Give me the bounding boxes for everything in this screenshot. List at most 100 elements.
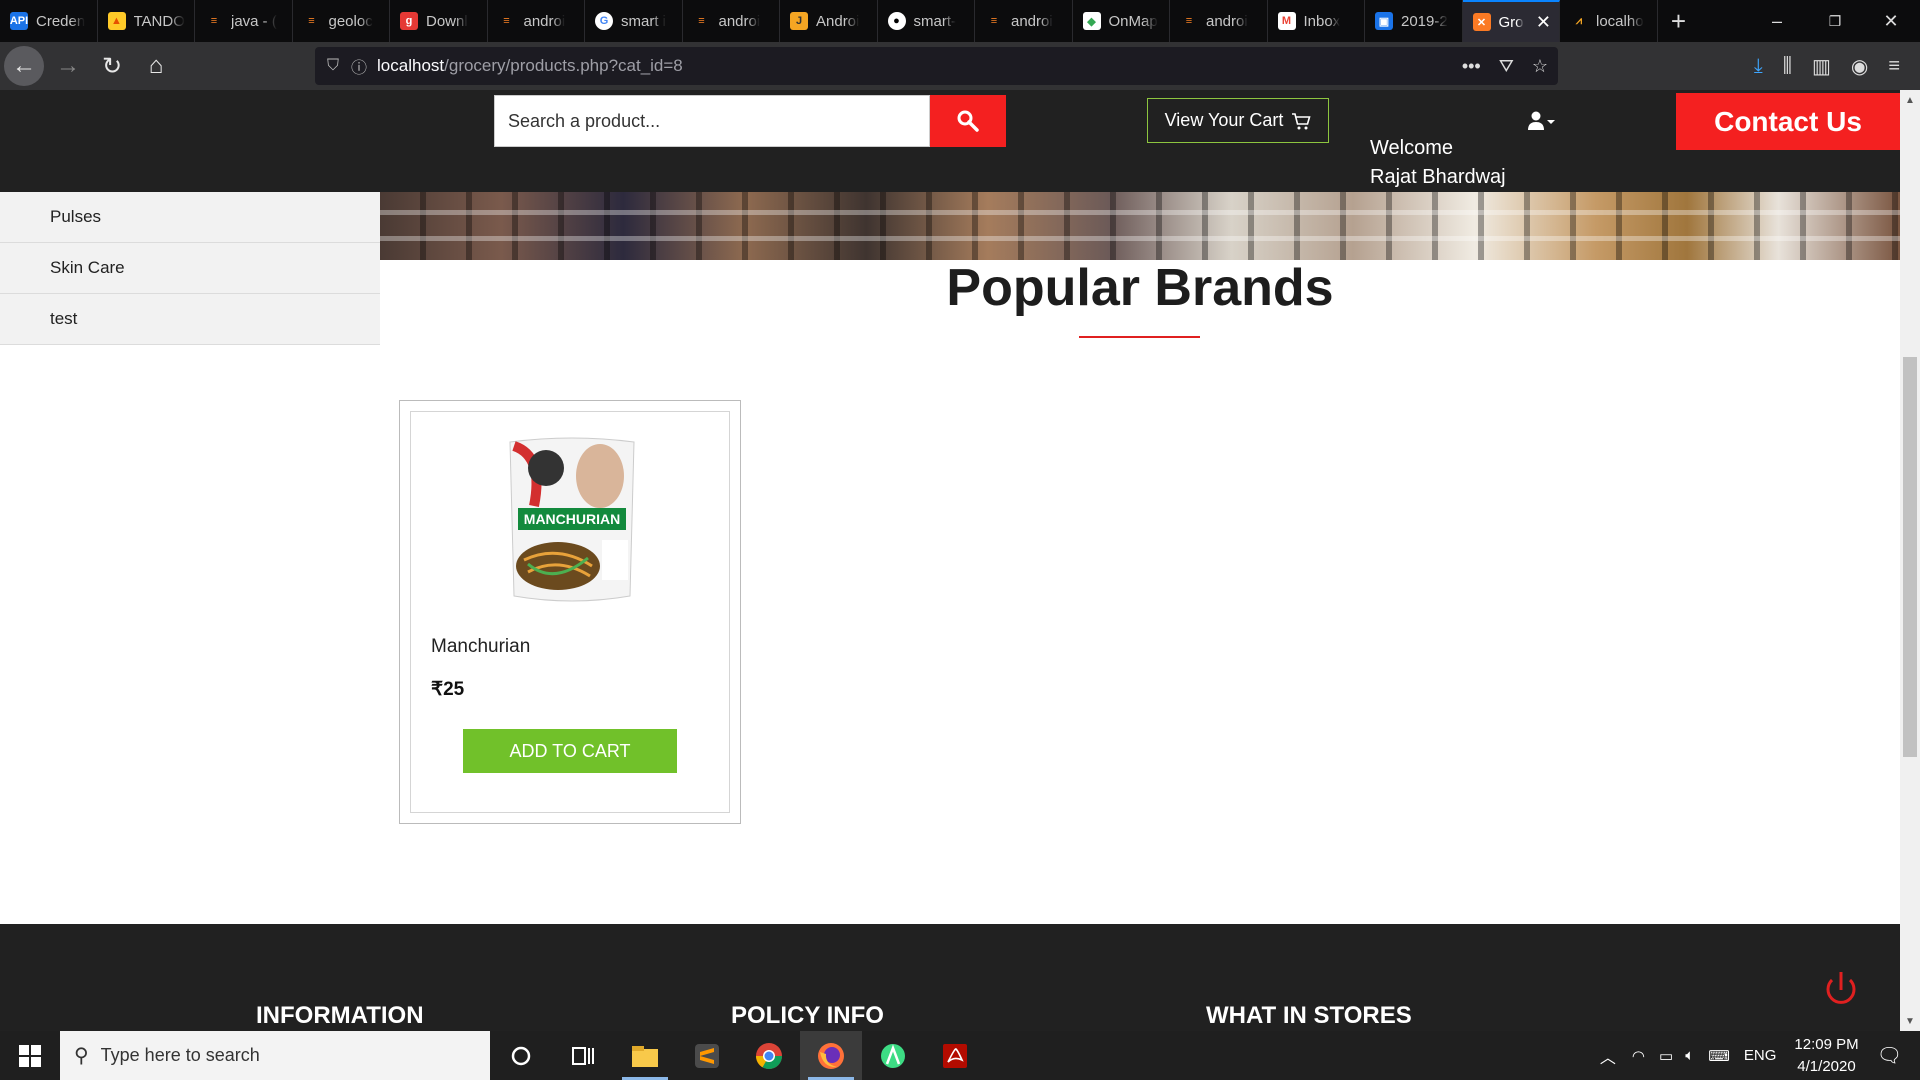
close-window-icon[interactable]: ✕ [1862,0,1920,42]
clock[interactable]: 12:09 PM 4/1/2020 [1794,1034,1858,1078]
file-explorer-icon[interactable] [614,1031,676,1080]
sidebar-item-skin-care[interactable]: Skin Care [0,243,380,294]
browser-tab[interactable]: ≡ androi [975,0,1073,42]
account-icon[interactable]: ◉ [1851,54,1868,79]
gmail-icon: M [1277,12,1296,30]
view-cart-button[interactable]: View Your Cart [1147,98,1329,143]
minimize-window-icon[interactable]: – [1748,0,1806,42]
keyboard-icon[interactable]: ⌨ [1708,1047,1730,1065]
scrollbar-thumb[interactable] [1903,357,1917,757]
browser-tab[interactable]: ≡ java - ( [195,0,293,42]
language-indicator[interactable]: ENG [1744,1047,1777,1064]
android-studio-icon[interactable] [862,1031,924,1080]
product-card-inner: MANCHURIAN Manchurian ₹25 ADD TO CART [410,411,730,813]
downloads-icon[interactable]: ⤓ [1754,55,1763,78]
address-bar[interactable]: ⛉ ⓘ localhost/grocery/products.php?cat_i… [315,47,1558,85]
taskbar-search-box[interactable]: ⚲ Type here to search [60,1031,490,1080]
new-tab-icon[interactable]: + [1658,0,1700,42]
store-banner-image [380,192,1900,260]
product-price: ₹25 [431,679,465,700]
stackoverflow-icon: ≡ [990,15,998,27]
site-header: Search a product... View Your Cart Welco… [0,90,1900,192]
sidebar-item-pulses[interactable]: Pulses [0,192,380,243]
product-name[interactable]: Manchurian [431,636,530,658]
acrobat-reader-icon[interactable] [924,1031,986,1080]
bookmark-star-icon[interactable]: ☆ [1532,56,1548,77]
browser-tab[interactable]: API Creden [0,0,98,42]
sidebar-toggle-icon[interactable]: ▥ [1812,54,1831,79]
category-sidebar: Pulses Skin Care test [0,192,380,345]
browser-toolbar: ← → ↻ ⌂ ⛉ ⓘ localhost/grocery/products.p… [0,42,1920,90]
chrome-icon[interactable] [738,1031,800,1080]
sublime-text-icon[interactable] [676,1031,738,1080]
browser-tab[interactable]: ● smart- [878,0,975,42]
library-icon[interactable]: ⫼ [1783,55,1792,78]
footer-heading-information: INFORMATION [256,1002,424,1029]
browser-tab[interactable]: ▣ 2019-2 [1365,0,1463,42]
user-dropdown-icon[interactable] [1528,110,1556,137]
site-footer: INFORMATION POLICY INFO WHAT IN STORES [0,924,1900,1031]
restore-window-icon[interactable]: ❐ [1806,0,1864,42]
sidebar-item-test[interactable]: test [0,294,380,345]
system-tray: ︿ ◠ ▭ 🔈︎ ⌨ ENG 12:09 PM 4/1/2020 🗨︎ [1600,1031,1920,1080]
volume-icon[interactable]: 🔈︎ [1685,1047,1694,1064]
browser-tab[interactable]: ◆ OnMap [1073,0,1170,42]
url-text[interactable]: localhost/grocery/products.php?cat_id=8 [377,56,683,76]
notifications-icon[interactable]: 🗨︎ [1877,1043,1902,1068]
browser-tab[interactable]: ≡ androi [1170,0,1268,42]
scroll-down-icon[interactable]: ▼ [1900,1011,1920,1031]
browser-tab[interactable]: M Inbox [1268,0,1365,42]
shield-icon[interactable]: ⛉ [327,57,339,75]
scroll-up-icon[interactable]: ▲ [1900,90,1920,110]
footer-heading-what-in-stores: WHAT IN STORES [1206,1002,1412,1029]
stackoverflow-icon: ≡ [210,15,218,27]
home-icon[interactable]: ⌂ [136,46,176,86]
windows-taskbar: ⚲ Type here to search ︿ ◠ ▭ 🔈︎ ⌨ ENG 12:… [0,1031,1920,1080]
stackoverflow-icon: ≡ [698,15,705,27]
api-icon: API [10,12,28,30]
javatpoint-icon: J [790,12,808,30]
forward-arrow-icon[interactable]: → [48,46,88,86]
localhost-icon: ⩘ [1575,14,1583,27]
add-to-cart-button[interactable]: ADD TO CART [463,729,677,773]
show-hidden-icons-icon[interactable]: ︿ [1600,1044,1616,1068]
browser-tab[interactable]: ≡ geoloc [293,0,390,42]
browser-tab[interactable]: Gsmart i [585,0,683,42]
task-view-icon[interactable] [552,1031,614,1080]
contact-us-button[interactable]: Contact Us [1676,93,1900,150]
reload-icon[interactable]: ↻ [92,46,132,86]
battery-icon[interactable]: ▭ [1659,1047,1673,1065]
svg-text:MANCHURIAN: MANCHURIAN [524,511,620,527]
pocket-icon[interactable]: ⛛ [1499,56,1514,77]
firebase-icon: ▲ [107,12,126,30]
search-icon [957,110,979,132]
browser-tab-strip: API Creden ▲ TANDO ≡ java - ( ≡ geoloc g Down… [0,0,1920,42]
title-underline [1079,336,1200,338]
contacts-icon: ▣ [1375,12,1393,30]
close-tab-icon[interactable]: ✕ [1536,12,1551,33]
browser-tab[interactable]: ▲ TANDO [98,0,195,42]
xampp-icon: ✕ [1472,13,1491,31]
page-scrollbar[interactable]: ▲ ▼ [1900,90,1920,1031]
stackoverflow-icon: ≡ [308,15,315,27]
browser-tab[interactable]: g Downl [390,0,488,42]
search-button[interactable] [930,95,1006,147]
page-actions-icon[interactable]: ••• [1462,56,1481,77]
cortana-icon[interactable] [490,1031,552,1080]
browser-tab-active[interactable]: ✕ Gro ✕ [1462,0,1560,42]
info-icon[interactable]: ⓘ [351,54,367,78]
github-icon: ● [887,12,906,30]
browser-tab[interactable]: ≡ androi [683,0,780,42]
browser-tab[interactable]: ≡ androi [488,0,585,42]
wifi-icon[interactable]: ◠ [1632,1047,1645,1065]
menu-icon[interactable]: ≡ [1888,55,1900,78]
product-search-input[interactable]: Search a product... [494,95,930,147]
maps-icon: ◆ [1082,12,1101,30]
browser-tab[interactable]: ⩘ localho [1560,0,1658,42]
stackoverflow-icon: ≡ [1185,15,1193,27]
firefox-icon[interactable] [800,1031,862,1080]
windows-start-icon[interactable] [0,1031,60,1080]
browser-tab[interactable]: J Androi [780,0,878,42]
power-icon[interactable] [1822,968,1860,1010]
back-arrow-icon[interactable]: ← [4,46,44,86]
